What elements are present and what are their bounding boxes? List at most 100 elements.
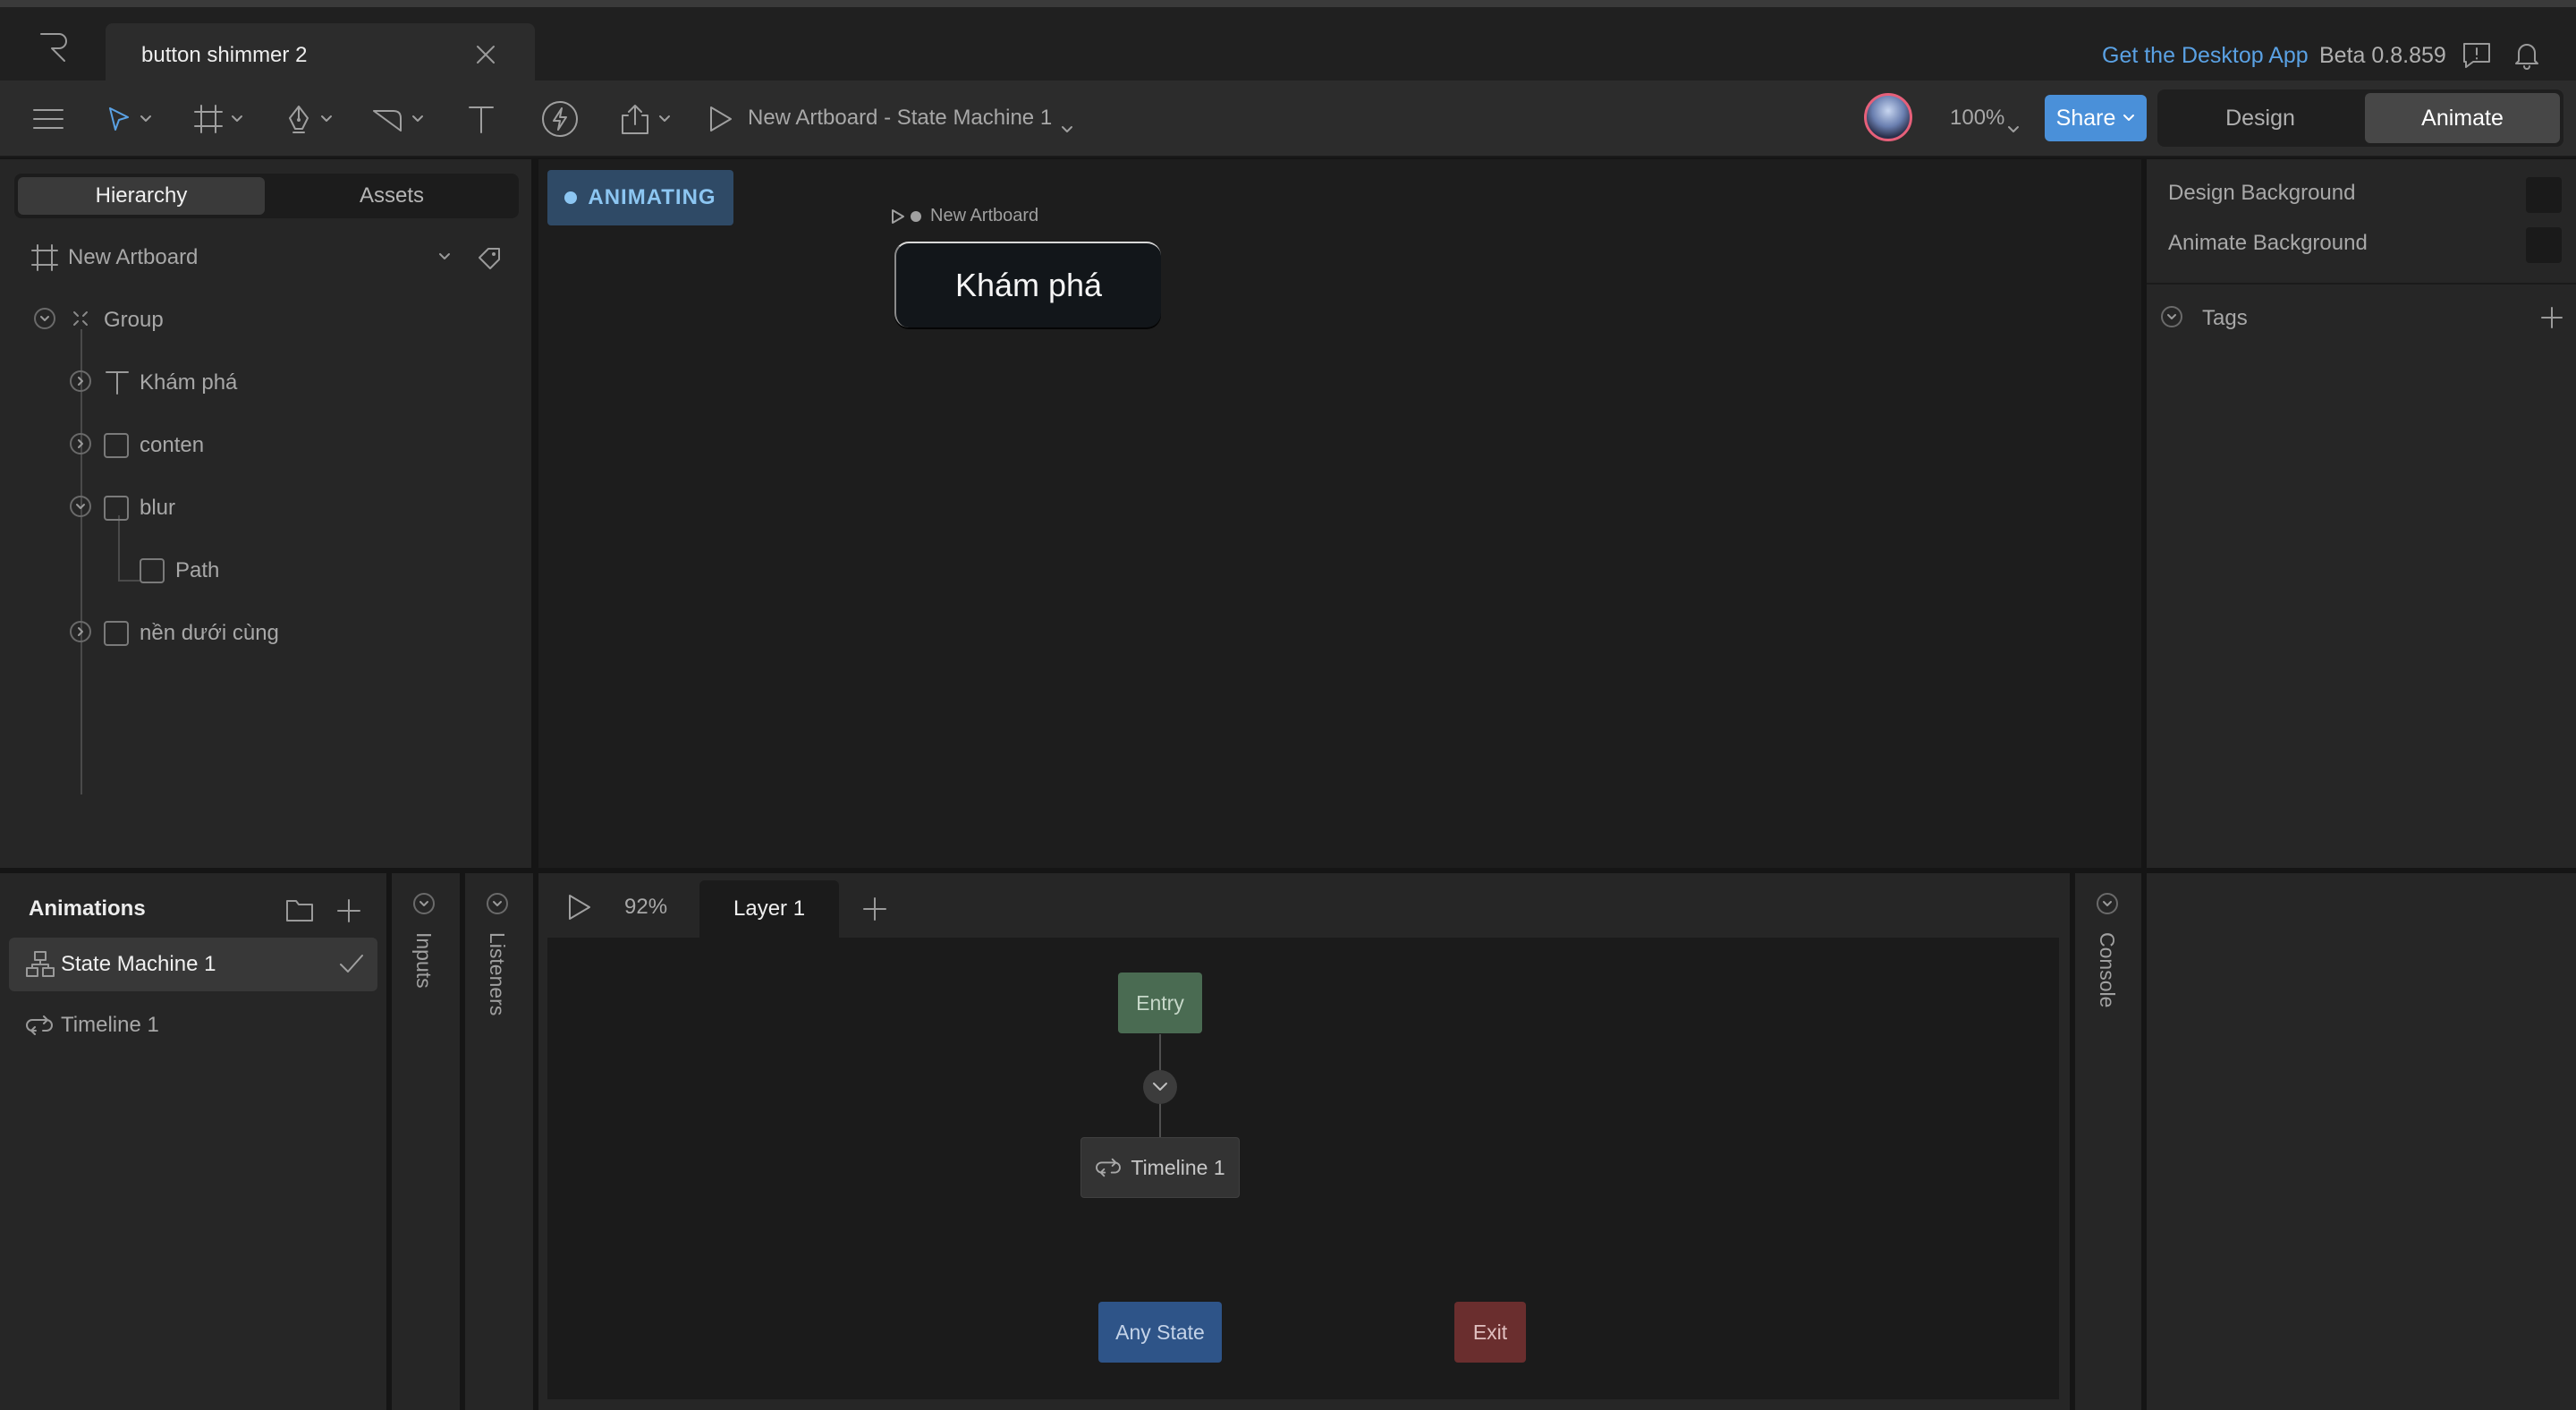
entry-node[interactable]: Entry <box>1118 973 1202 1033</box>
inputs-label: Inputs <box>412 932 436 989</box>
collapse-toggle[interactable] <box>34 308 55 329</box>
graph-zoom-level[interactable]: 92% <box>624 895 667 920</box>
listeners-label: Listeners <box>486 932 509 1016</box>
tab-hierarchy[interactable]: Hierarchy <box>18 177 265 215</box>
list-item-label: State Machine 1 <box>61 952 216 976</box>
feedback-icon[interactable] <box>2462 41 2492 70</box>
list-item-state-machine[interactable]: State Machine 1 <box>9 938 377 991</box>
animate-background-label: Animate Background <box>2168 231 2368 255</box>
artboard-icon <box>30 243 59 272</box>
avatar[interactable] <box>1864 93 1912 141</box>
chevron-down-icon[interactable] <box>438 252 451 261</box>
play-icon[interactable] <box>891 208 905 225</box>
animations-panel: Animations State Machine 1 Timeline 1 <box>0 873 386 1410</box>
state-machine-title[interactable]: New Artboard - State Machine 1 <box>748 106 1052 131</box>
notification-bell-icon[interactable] <box>2512 39 2542 70</box>
animations-title: Animations <box>29 896 146 921</box>
artboard-tool-icon[interactable] <box>193 98 243 140</box>
version-label: Beta 0.8.859 <box>2319 43 2446 68</box>
tree-item-label[interactable]: blur <box>140 496 175 521</box>
add-animation-icon[interactable] <box>336 898 361 923</box>
expand-toggle[interactable] <box>70 370 91 392</box>
timeline-loop-icon <box>1096 1158 1122 1177</box>
panel-switch: Hierarchy Assets <box>14 174 519 218</box>
chevron-down-icon[interactable] <box>1061 109 1073 150</box>
console-panel-collapsed[interactable]: Console <box>2075 873 2141 1410</box>
pen-tool-icon[interactable] <box>284 98 333 140</box>
share-button-label: Share <box>2055 105 2116 131</box>
artboard-button-text: Khám phá <box>954 267 1103 303</box>
animate-background-swatch[interactable] <box>2526 227 2562 263</box>
title-bar: button shimmer 2 Get the Desktop App Bet… <box>0 0 2576 88</box>
console-label: Console <box>2096 932 2119 1008</box>
play-icon[interactable] <box>707 98 733 140</box>
chevron-down-icon[interactable] <box>1143 1070 1177 1104</box>
animating-badge-label: ANIMATING <box>588 185 716 209</box>
dot-icon <box>911 210 921 222</box>
entry-node-label: Entry <box>1136 990 1184 1015</box>
artboard-label[interactable]: New Artboard <box>891 206 1038 226</box>
expand-toggle[interactable] <box>413 893 435 914</box>
tree-guide <box>118 580 140 582</box>
collapse-toggle[interactable] <box>2161 306 2182 327</box>
any-state-node[interactable]: Any State <box>1098 1302 1222 1363</box>
group-icon <box>72 310 89 327</box>
document-tab-title: button shimmer 2 <box>141 43 308 67</box>
state-machine-icon <box>25 950 55 979</box>
path-icon <box>140 558 165 583</box>
tab-layer-1[interactable]: Layer 1 <box>699 880 839 938</box>
select-tool-icon[interactable] <box>106 98 152 140</box>
animating-badge: ANIMATING <box>547 170 733 225</box>
chevron-down-icon[interactable] <box>2007 109 2020 150</box>
list-item-label[interactable]: Timeline 1 <box>61 1013 159 1038</box>
timeline-node[interactable]: Timeline 1 <box>1080 1137 1240 1198</box>
add-layer-icon[interactable] <box>862 896 887 922</box>
tag-icon[interactable] <box>476 245 503 272</box>
tree-guide <box>118 515 120 582</box>
tab-assets[interactable]: Assets <box>268 177 515 215</box>
exit-node-label: Exit <box>1472 1320 1508 1344</box>
tree-item-label[interactable]: conten <box>140 433 204 458</box>
stage-canvas[interactable] <box>538 159 2141 868</box>
rive-logo-icon[interactable] <box>36 29 72 64</box>
tree-item-label[interactable]: Khám phá <box>140 370 237 395</box>
share-button[interactable]: Share <box>2045 95 2147 141</box>
add-tag-icon[interactable] <box>2540 306 2563 329</box>
text-tool-icon[interactable] <box>467 98 496 140</box>
shape-icon <box>104 496 129 521</box>
properties-panel <box>2147 873 2576 1410</box>
inspector-panel: Design Background Animate Background Tag… <box>2147 159 2576 868</box>
expand-toggle[interactable] <box>487 893 508 914</box>
get-desktop-app-link[interactable]: Get the Desktop App <box>2102 43 2309 69</box>
artboard-label-text: New Artboard <box>930 206 1039 225</box>
tree-item-label[interactable]: Path <box>175 558 219 583</box>
shape-tool-icon[interactable] <box>370 98 424 140</box>
lightning-icon[interactable] <box>540 98 580 140</box>
timeline-loop-icon <box>25 1013 54 1038</box>
expand-toggle[interactable] <box>70 433 91 454</box>
design-background-swatch[interactable] <box>2526 177 2562 213</box>
listeners-panel-collapsed[interactable]: Listeners <box>465 873 533 1410</box>
animate-mode-tab[interactable]: Animate <box>2365 93 2560 143</box>
artboard-button-preview[interactable]: Khám phá <box>894 242 1161 327</box>
hierarchy-panel: Hierarchy Assets New Artboard Group Khám… <box>0 159 531 868</box>
folder-icon[interactable] <box>284 896 315 923</box>
expand-toggle[interactable] <box>70 621 91 642</box>
zoom-level[interactable]: 100% <box>1950 106 2004 131</box>
artboard-name[interactable]: New Artboard <box>68 245 198 270</box>
check-icon <box>338 952 365 977</box>
collapse-toggle[interactable] <box>70 496 91 517</box>
expand-toggle[interactable] <box>2097 893 2118 914</box>
exit-node[interactable]: Exit <box>1454 1302 1526 1363</box>
tree-item-label[interactable]: Group <box>104 308 164 333</box>
state-graph-canvas[interactable] <box>547 938 2059 1399</box>
export-icon[interactable] <box>619 98 671 140</box>
close-icon[interactable] <box>474 43 497 66</box>
play-icon[interactable] <box>565 893 592 922</box>
inputs-panel-collapsed[interactable]: Inputs <box>392 873 460 1410</box>
menu-icon[interactable] <box>32 98 64 140</box>
design-mode-tab[interactable]: Design <box>2161 93 2360 143</box>
tree-item-label[interactable]: nền dưới cùng <box>140 621 279 646</box>
document-tab[interactable]: button shimmer 2 <box>106 23 535 88</box>
design-background-label: Design Background <box>2168 181 2356 205</box>
